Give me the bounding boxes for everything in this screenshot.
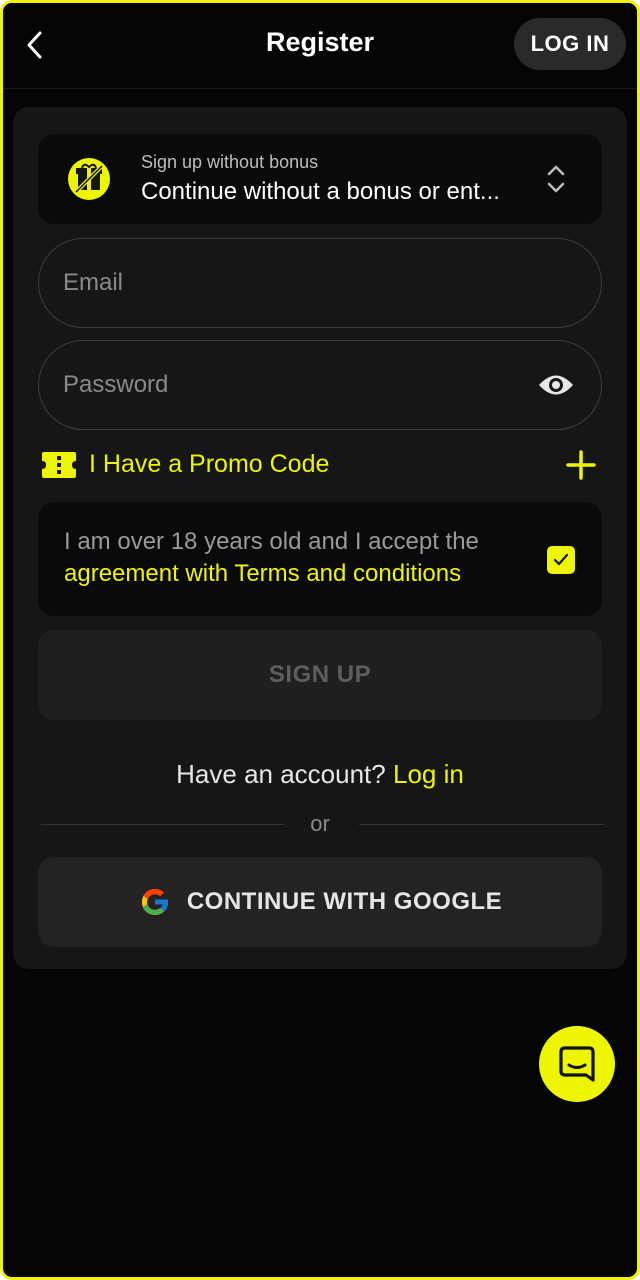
signup-button[interactable]: SIGN UP (38, 630, 602, 720)
password-input[interactable] (63, 341, 523, 429)
terms-statement: I am over 18 years old and I accept the (64, 528, 479, 555)
google-signin-label: CONTINUE WITH GOOGLE (186, 888, 503, 915)
app-frame: Register LOG IN Sign up without bonus Co… (0, 0, 640, 1280)
toggle-password-visibility-button[interactable] (535, 369, 577, 401)
chevron-up-down-icon (547, 165, 565, 193)
no-gift-icon (68, 158, 110, 200)
chat-icon (559, 1046, 595, 1082)
have-account-text: Have an account? (176, 759, 386, 789)
google-signin-button[interactable]: CONTINUE WITH GOOGLE (38, 857, 602, 947)
terms-text: I am over 18 years old and I accept the … (64, 526, 534, 590)
divider-line-right (359, 824, 605, 825)
terms-box: I am over 18 years old and I accept the … (38, 502, 602, 616)
bonus-selected-value: Continue without a bonus or ent... (141, 178, 500, 205)
promo-code-toggle[interactable]: I Have a Promo Code (40, 446, 600, 486)
bonus-selector[interactable]: Sign up without bonus Continue without a… (38, 134, 602, 224)
login-link[interactable]: Log in (393, 759, 464, 789)
login-button[interactable]: LOG IN (514, 18, 626, 70)
terms-checkbox[interactable] (547, 546, 575, 574)
ticket-icon (42, 452, 76, 478)
header: Register LOG IN (3, 3, 637, 89)
chat-support-button[interactable] (539, 1026, 615, 1102)
register-card: Sign up without bonus Continue without a… (13, 107, 627, 969)
terms-link[interactable]: agreement with Terms and conditions (64, 560, 461, 587)
plus-icon (566, 450, 596, 480)
email-input[interactable] (63, 239, 523, 327)
email-field-wrapper (38, 238, 602, 328)
eye-icon (539, 375, 573, 395)
divider-or: or (310, 811, 330, 836)
password-field-wrapper (38, 340, 602, 430)
bonus-subtitle: Sign up without bonus (141, 152, 319, 172)
divider-line-left (41, 824, 285, 825)
check-icon (553, 553, 569, 566)
promo-code-label: I Have a Promo Code (89, 450, 330, 478)
have-account-row: Have an account? Log in (13, 759, 627, 790)
google-icon (141, 888, 169, 916)
